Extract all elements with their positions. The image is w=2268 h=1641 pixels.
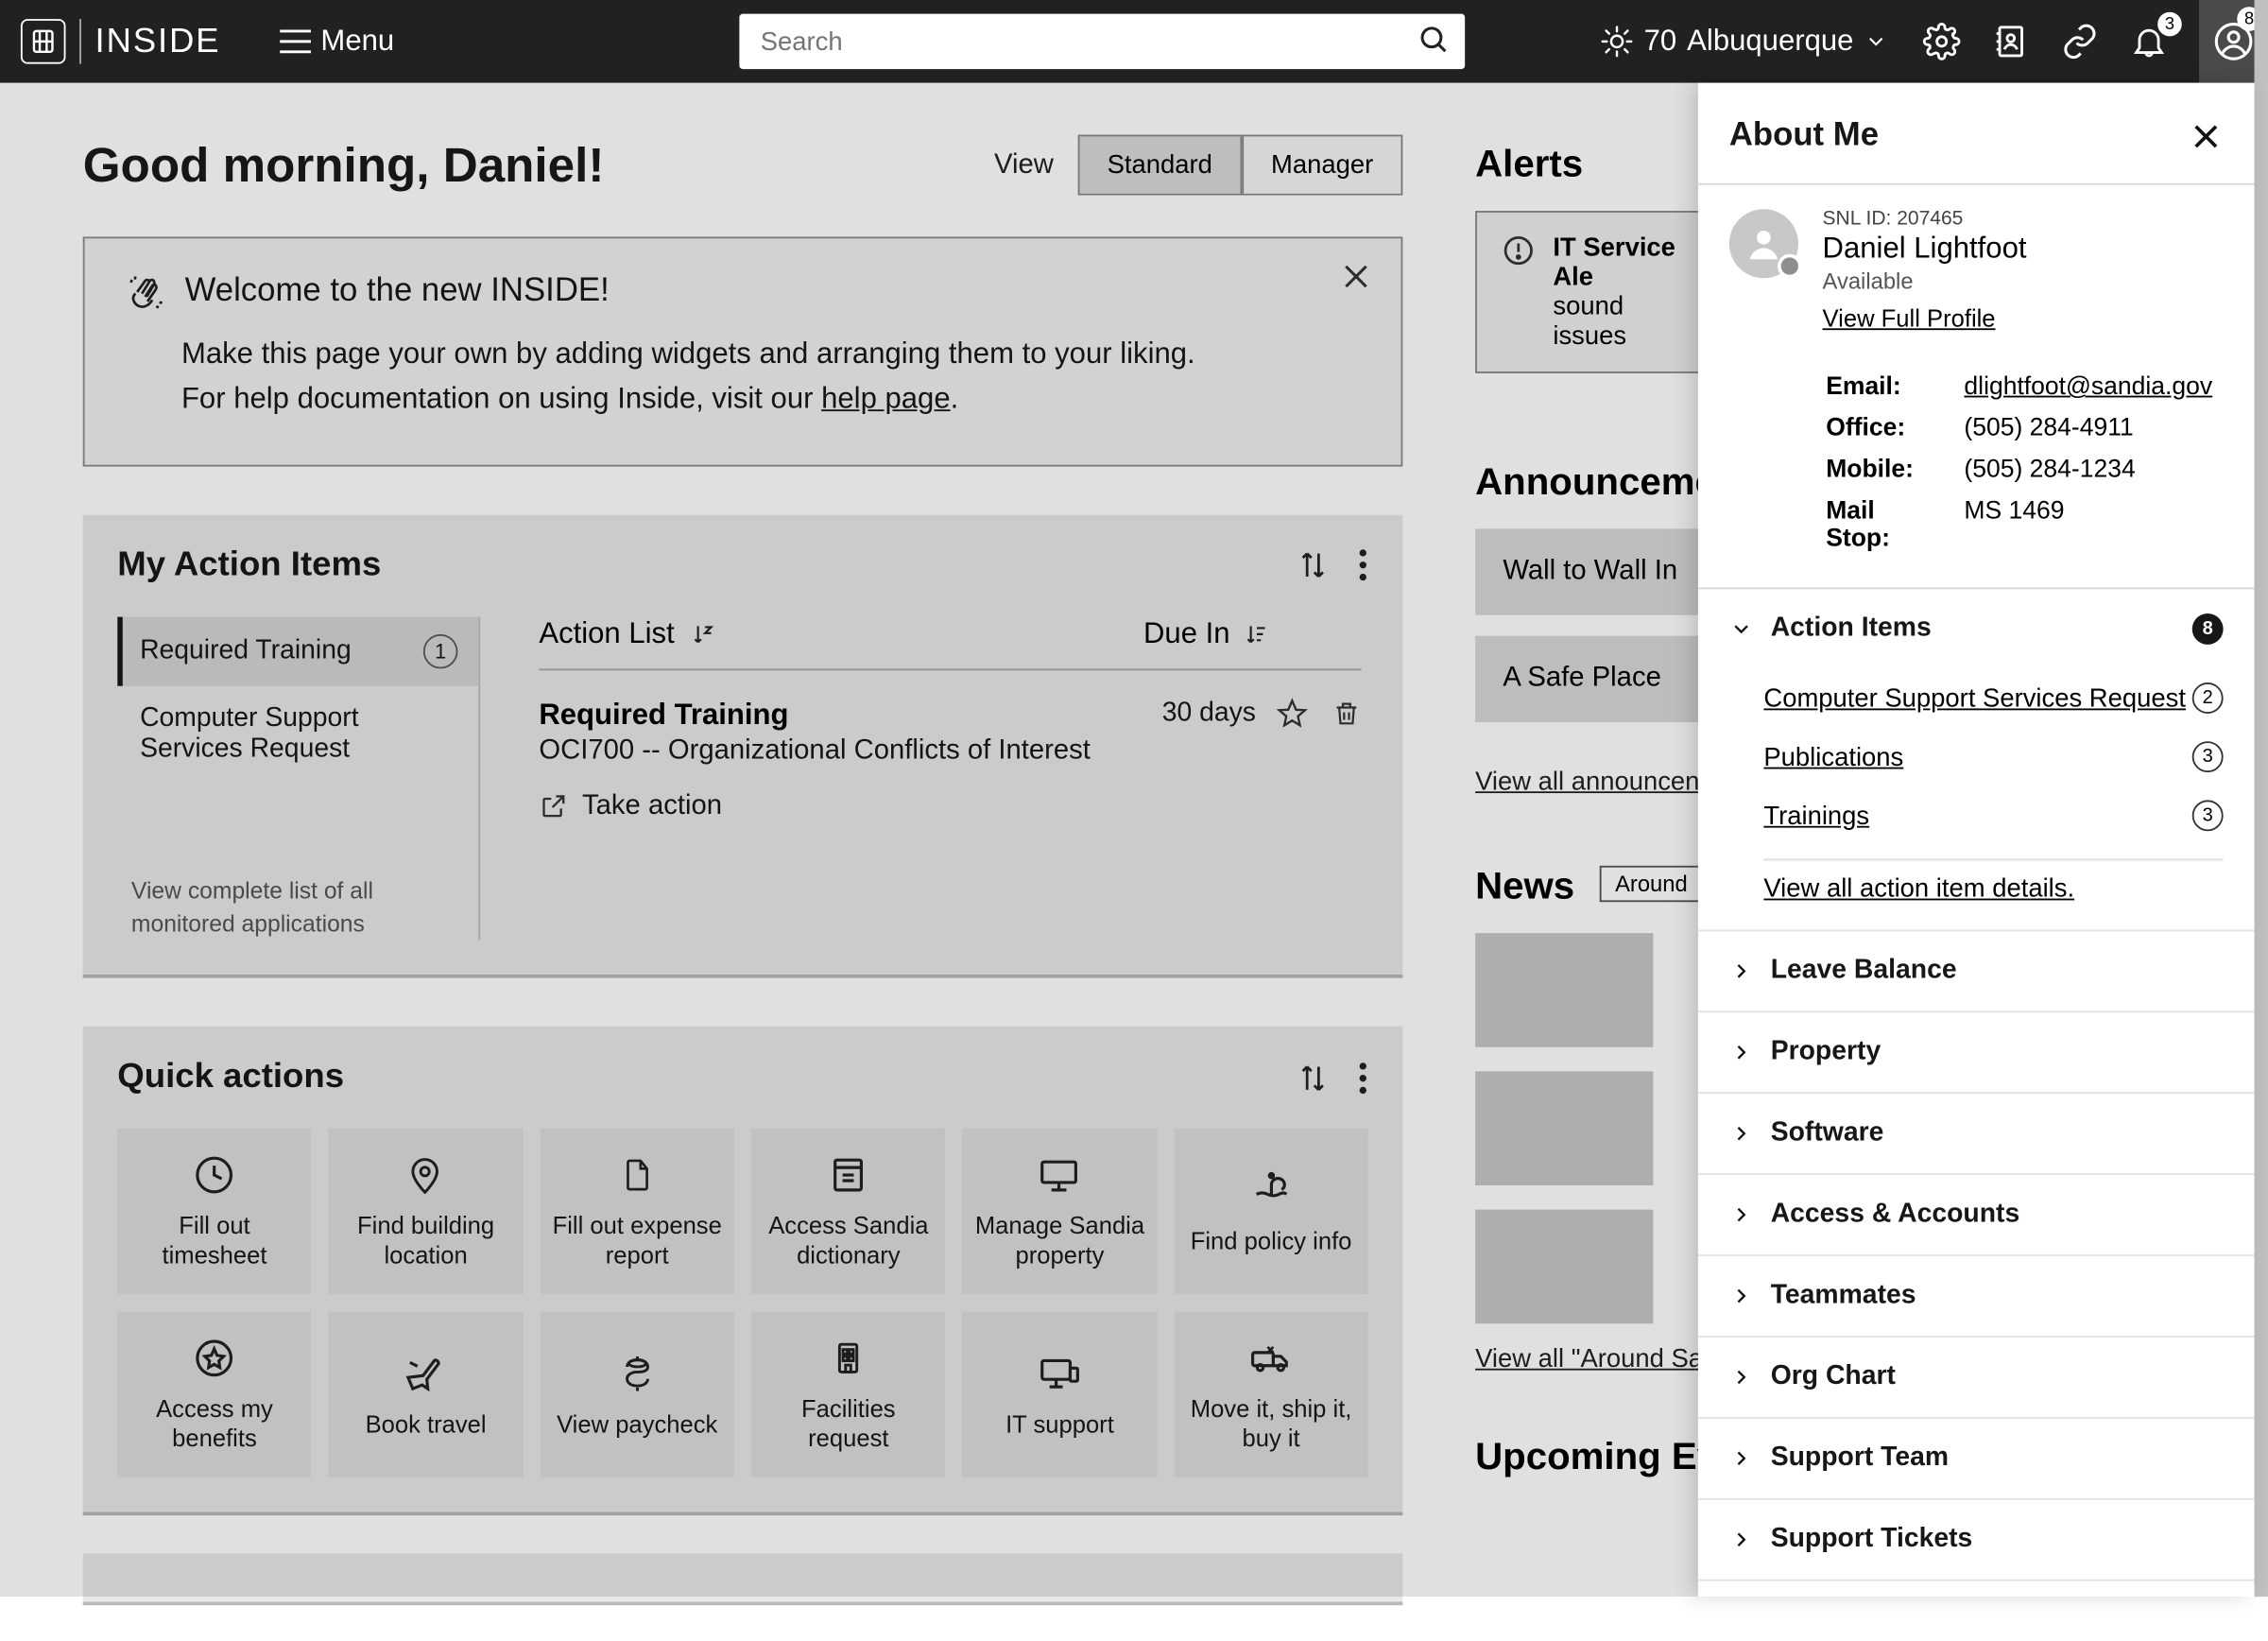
weather-widget[interactable]: 70 Albuquerque — [1599, 25, 1888, 60]
mailstop-label: Mail Stop: — [1826, 497, 1940, 552]
chevron-right-icon — [1729, 1284, 1754, 1308]
chevron-right-icon — [1729, 1365, 1754, 1390]
close-icon[interactable] — [2189, 119, 2224, 154]
accordion-support-tickets[interactable]: Support Tickets — [1698, 1500, 2255, 1580]
email-link[interactable]: dlightfoot@sandia.gov — [1964, 373, 2212, 401]
ai-trainings-link[interactable]: Trainings — [1763, 801, 1869, 830]
brand-block: INSIDE — [21, 19, 220, 64]
settings-icon[interactable] — [1923, 23, 1961, 60]
menu-label: Menu — [320, 25, 394, 60]
accordion-property[interactable]: Property — [1698, 1012, 2255, 1092]
count-badge: 3 — [2192, 741, 2224, 772]
topbar-right: 70 Albuquerque 3 8 — [1599, 0, 2247, 83]
chevron-right-icon — [1729, 1446, 1754, 1471]
accordion-action-items[interactable]: Action Items 8 — [1698, 589, 2255, 668]
search-icon[interactable] — [1417, 23, 1452, 58]
search-input[interactable] — [740, 14, 1466, 69]
weather-temp: 70 — [1644, 25, 1677, 60]
count-badge: 2 — [2192, 682, 2224, 714]
accordion-org-chart[interactable]: Org Chart — [1698, 1338, 2255, 1417]
about-me-panel: About Me SNL ID: 207465 Daniel Lightfoot… — [1698, 83, 2255, 1597]
avatar — [1729, 209, 1798, 278]
office-value: (505) 284-4911 — [1964, 415, 2133, 442]
accordion-teammates[interactable]: Teammates — [1698, 1256, 2255, 1336]
presence-icon — [1778, 254, 1802, 279]
hamburger-icon — [280, 29, 311, 54]
profile-name: Daniel Lightfoot — [1823, 232, 2027, 267]
view-full-profile-link[interactable]: View Full Profile — [1823, 304, 1996, 332]
topbar-icons: 3 8 — [1923, 0, 2248, 83]
mobile-value: (505) 284-1234 — [1964, 457, 2135, 484]
brand-logo-icon — [21, 19, 66, 64]
topbar: INSIDE Menu 70 Albuquerque — [0, 0, 2268, 83]
link-icon[interactable] — [2061, 23, 2099, 60]
accordion-support-team[interactable]: Support Team — [1698, 1419, 2255, 1498]
accordion-access-accounts[interactable]: Access & Accounts — [1698, 1175, 2255, 1254]
snl-id: SNL ID: 207465 — [1823, 209, 2027, 230]
chevron-right-icon — [1729, 1121, 1754, 1146]
email-label: Email: — [1826, 373, 1940, 401]
chevron-right-icon — [1729, 1040, 1754, 1064]
profile-status: Available — [1823, 268, 2027, 293]
brand-divider — [79, 19, 81, 64]
scrollbar[interactable] — [2255, 0, 2268, 1597]
count-badge: 3 — [2192, 800, 2224, 831]
contacts-icon[interactable] — [1992, 23, 2030, 60]
notification-badge: 3 — [2157, 12, 2182, 37]
chevron-right-icon — [1729, 959, 1754, 984]
ai-publications-link[interactable]: Publications — [1763, 742, 1903, 771]
brand-name[interactable]: INSIDE — [95, 22, 221, 61]
ai-cssr-link[interactable]: Computer Support Services Request — [1763, 683, 2186, 713]
about-me-title: About Me — [1729, 117, 1879, 155]
search-wrap — [740, 14, 1466, 69]
accordion-software[interactable]: Software — [1698, 1094, 2255, 1173]
weather-icon — [1599, 25, 1634, 60]
mobile-label: Mobile: — [1826, 457, 1940, 484]
menu-trigger[interactable]: Menu — [280, 25, 395, 60]
chevron-right-icon — [1729, 1528, 1754, 1552]
bell-icon[interactable]: 3 — [2130, 23, 2168, 60]
chevron-down-icon — [1729, 617, 1754, 642]
office-label: Office: — [1826, 415, 1940, 442]
mailstop-value: MS 1469 — [1964, 497, 2064, 552]
chevron-down-icon — [1864, 29, 1888, 54]
accordion-leave-balance[interactable]: Leave Balance — [1698, 931, 2255, 1011]
chevron-right-icon — [1729, 1202, 1754, 1227]
action-items-badge: 8 — [2192, 613, 2224, 645]
weather-city: Albuquerque — [1687, 25, 1853, 60]
view-all-action-items-link[interactable]: View all action item details. — [1763, 874, 2074, 904]
